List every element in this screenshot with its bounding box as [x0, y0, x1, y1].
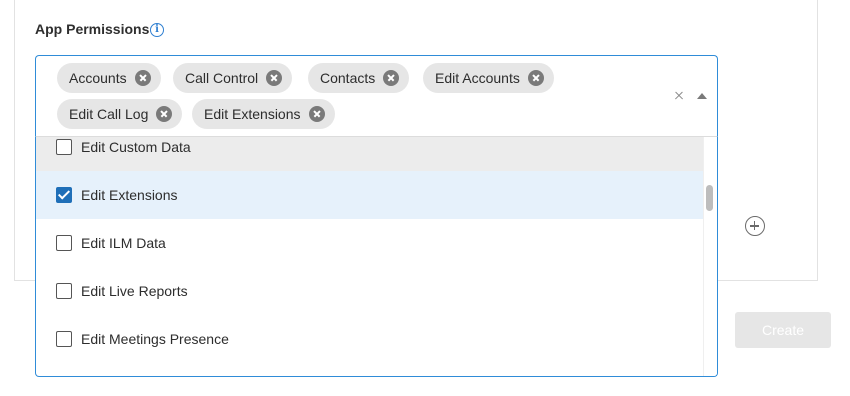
chip-call-control: Call Control — [173, 63, 293, 93]
option-label: Edit Custom Data — [81, 139, 191, 155]
dropdown-scrollbar[interactable] — [703, 137, 717, 376]
chip-edit-extensions: Edit Extensions — [192, 99, 335, 129]
option-edit-meetings-presence[interactable]: Edit Meetings Presence — [36, 315, 703, 363]
close-circle-icon[interactable] — [383, 70, 400, 86]
checkbox-icon[interactable] — [56, 235, 72, 251]
option-edit-live-reports[interactable]: Edit Live Reports — [36, 267, 703, 315]
info-icon[interactable]: i — [150, 23, 164, 37]
chip-edit-accounts: Edit Accounts — [423, 63, 554, 93]
chip-contacts: Contacts — [308, 63, 410, 93]
app-permissions-label: App Permissions — [35, 21, 150, 37]
option-label: Edit Live Reports — [81, 283, 188, 299]
option-edit-ilm-data[interactable]: Edit ILM Data — [36, 219, 703, 267]
option-label: Edit Meetings Presence — [81, 331, 229, 347]
chip-label: Edit Extensions — [204, 106, 301, 122]
add-circle-icon[interactable] — [745, 216, 765, 236]
option-edit-custom-data[interactable]: Edit Custom Data — [36, 137, 703, 171]
checkbox-checked-icon[interactable] — [56, 187, 72, 203]
chip-label: Call Control — [185, 70, 259, 86]
close-circle-icon[interactable] — [266, 70, 283, 86]
scrollbar-thumb[interactable] — [706, 185, 713, 211]
close-circle-icon[interactable] — [134, 70, 151, 86]
close-circle-icon[interactable] — [308, 106, 325, 122]
checkbox-icon[interactable] — [56, 139, 72, 155]
chip-accounts: Accounts — [57, 63, 161, 93]
permissions-multiselect[interactable]: Accounts Call Control Contacts Edit Acco… — [35, 55, 718, 137]
caret-up-icon[interactable] — [697, 93, 707, 99]
chip-label: Edit Accounts — [435, 70, 520, 86]
checkbox-icon[interactable] — [56, 331, 72, 347]
clear-icon[interactable] — [672, 88, 686, 102]
option-edit-extensions[interactable]: Edit Extensions — [36, 171, 703, 219]
option-label: Edit ILM Data — [81, 235, 166, 251]
permissions-dropdown: Edit Custom Data Edit Extensions Edit IL… — [35, 136, 718, 377]
checkbox-icon[interactable] — [56, 283, 72, 299]
close-circle-icon[interactable] — [527, 70, 544, 86]
close-circle-icon[interactable] — [156, 106, 173, 122]
chip-label: Accounts — [69, 70, 127, 86]
chip-label: Contacts — [320, 70, 376, 86]
option-label: Edit Extensions — [81, 187, 178, 203]
create-button[interactable]: Create — [735, 312, 831, 348]
chip-edit-call-log: Edit Call Log — [57, 99, 183, 129]
chip-label: Edit Call Log — [69, 106, 149, 122]
